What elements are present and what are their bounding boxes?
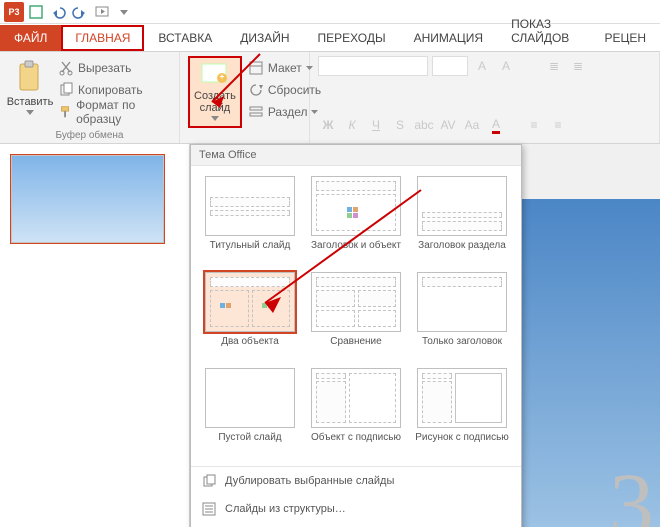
layout-caption: Только заголовок: [422, 336, 502, 360]
font-color-icon[interactable]: A: [486, 115, 506, 135]
layout-title-content[interactable]: Заголовок и объект: [307, 176, 405, 264]
tab-review[interactable]: РЕЦЕН: [590, 25, 660, 51]
chevron-down-icon: [26, 110, 34, 115]
save-icon[interactable]: [26, 2, 46, 22]
layout-blank[interactable]: Пустой слайд: [201, 368, 299, 456]
layout-content-caption[interactable]: Объект с подписью: [307, 368, 405, 456]
bullets-icon[interactable]: ≣: [544, 56, 564, 76]
group-font: A A ≣ ≣ Ж К Ч S abc AV Aa A ≡ ≡: [310, 52, 660, 143]
tab-animations[interactable]: АНИМАЦИЯ: [400, 25, 497, 51]
slides-from-outline-button[interactable]: Слайды из структуры…: [191, 495, 521, 523]
reuse-slides-button[interactable]: Повторное использование слайдов…: [191, 523, 521, 527]
gallery-heading: Тема Office: [191, 145, 521, 166]
layout-caption: Объект с подписью: [311, 432, 401, 456]
undo-icon[interactable]: [48, 2, 68, 22]
duplicate-icon: [201, 473, 217, 489]
chevron-down-icon: [211, 116, 219, 121]
footer-label: Слайды из структуры…: [225, 503, 346, 515]
group-slides: Создать слайд Макет Сбросить Раздел: [180, 52, 310, 143]
layout-caption: Заголовок раздела: [418, 240, 506, 264]
layout-caption: Сравнение: [330, 336, 381, 360]
cut-button[interactable]: Вырезать: [58, 58, 171, 78]
tab-insert[interactable]: ВСТАВКА: [144, 25, 226, 51]
app-logo: P3: [4, 2, 24, 22]
spacing-icon[interactable]: AV: [438, 115, 458, 135]
section-label: Раздел: [268, 105, 308, 119]
font-size-select[interactable]: [432, 56, 468, 76]
underline-icon[interactable]: Ч: [366, 115, 386, 135]
strike-icon[interactable]: S: [390, 115, 410, 135]
qat-dropdown-icon[interactable]: [114, 2, 134, 22]
slides-group-title: [188, 128, 301, 143]
layout-caption: Титульный слайд: [210, 240, 291, 264]
copy-button[interactable]: Копировать: [58, 80, 171, 100]
italic-icon[interactable]: К: [342, 115, 362, 135]
decrease-font-icon[interactable]: A: [496, 56, 516, 76]
copy-label: Копировать: [78, 83, 143, 97]
footer-label: Дублировать выбранные слайды: [225, 475, 394, 487]
cut-label: Вырезать: [78, 61, 131, 75]
layout-caption: Два объекта: [221, 336, 279, 360]
case-icon[interactable]: Aa: [462, 115, 482, 135]
increase-font-icon[interactable]: A: [472, 56, 492, 76]
align-center-icon[interactable]: ≡: [548, 115, 568, 135]
group-clipboard: Вставить Вырезать Копировать Формат по о…: [0, 52, 180, 143]
layout-two-content[interactable]: Два объекта: [201, 272, 299, 360]
layout-section-header[interactable]: Заголовок раздела: [413, 176, 511, 264]
layout-title-only[interactable]: Только заголовок: [413, 272, 511, 360]
layout-caption: Рисунок с подписью: [415, 432, 509, 456]
ribbon-tabs: ФАЙЛ ГЛАВНАЯ ВСТАВКА ДИЗАЙН ПЕРЕХОДЫ АНИ…: [0, 24, 660, 52]
slide-thumbnails: [0, 144, 190, 527]
tab-design[interactable]: ДИЗАЙН: [226, 25, 303, 51]
workspace: 3 Тема Office Титульный слайд Заголовок …: [0, 144, 660, 527]
outline-icon: [201, 501, 217, 517]
bold-icon[interactable]: Ж: [318, 115, 338, 135]
redo-icon[interactable]: [70, 2, 90, 22]
paste-button[interactable]: Вставить: [8, 56, 52, 128]
align-left-icon[interactable]: ≡: [524, 115, 544, 135]
font-family-select[interactable]: [318, 56, 428, 76]
layout-gallery: Тема Office Титульный слайд Заголовок и …: [190, 144, 522, 527]
start-slideshow-icon[interactable]: [92, 2, 112, 22]
tab-slideshow[interactable]: ПОКАЗ СЛАЙДОВ: [497, 11, 590, 51]
thumbnail-1[interactable]: [10, 154, 165, 244]
layout-caption: Заголовок и объект: [311, 240, 401, 264]
tab-home[interactable]: ГЛАВНАЯ: [61, 25, 144, 51]
numbering-icon[interactable]: ≣: [568, 56, 588, 76]
tab-file[interactable]: ФАЙЛ: [0, 25, 61, 51]
paste-label: Вставить: [7, 96, 54, 108]
new-slide-button[interactable]: Создать слайд: [188, 56, 242, 128]
layout-comparison[interactable]: Сравнение: [307, 272, 405, 360]
layout-label: Макет: [268, 61, 302, 75]
layout-picture-caption[interactable]: Рисунок с подписью: [413, 368, 511, 456]
format-painter-label: Формат по образцу: [76, 98, 171, 126]
duplicate-slides-button[interactable]: Дублировать выбранные слайды: [191, 467, 521, 495]
new-slide-label: Создать слайд: [194, 90, 236, 114]
layout-title-slide[interactable]: Титульный слайд: [201, 176, 299, 264]
tab-transitions[interactable]: ПЕРЕХОДЫ: [304, 25, 400, 51]
clipboard-group-title: Буфер обмена: [8, 128, 171, 143]
shadow-icon[interactable]: abc: [414, 115, 434, 135]
ribbon: Вставить Вырезать Копировать Формат по о…: [0, 52, 660, 144]
page-watermark: 3: [609, 454, 654, 527]
layout-caption: Пустой слайд: [218, 432, 281, 456]
format-painter-button[interactable]: Формат по образцу: [58, 102, 171, 122]
